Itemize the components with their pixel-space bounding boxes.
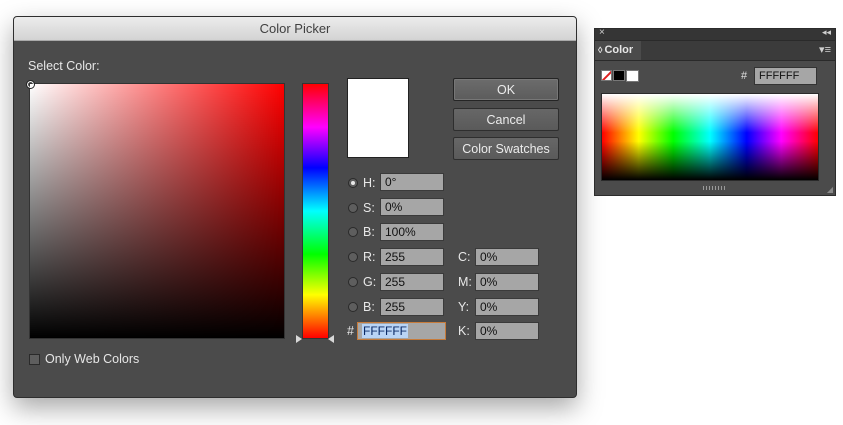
only-web-colors-label[interactable]: Only Web Colors <box>45 352 139 366</box>
color-panel: × ◂◂ ◊ Color ▾≡ # FFFFFF ◢ <box>594 27 836 196</box>
dialog-title[interactable]: Color Picker <box>14 17 576 41</box>
red-label: R: <box>363 250 376 264</box>
panel-resize-grip[interactable] <box>703 186 725 190</box>
collapse-icon[interactable]: ◂◂ <box>822 27 831 38</box>
blue-label: B: <box>363 300 375 314</box>
tab-color[interactable]: ◊ Color <box>595 41 641 60</box>
expand-arrows-icon: ◊ <box>598 45 603 55</box>
green-label: G: <box>363 275 377 289</box>
panel-hex-field[interactable]: FFFFFF <box>754 67 817 85</box>
cyan-field[interactable]: 0% <box>475 248 539 266</box>
yellow-label: Y: <box>458 300 470 314</box>
magenta-field[interactable]: 0% <box>475 273 539 291</box>
saturation-field[interactable]: 0% <box>380 198 444 216</box>
cancel-button[interactable]: Cancel <box>453 108 559 131</box>
blue-radio[interactable] <box>348 302 358 312</box>
black-label: K: <box>458 324 470 338</box>
green-radio[interactable] <box>348 277 358 287</box>
none-swatch[interactable] <box>601 70 612 81</box>
color-swatches-button[interactable]: Color Swatches <box>453 137 559 160</box>
red-field[interactable]: 255 <box>380 248 444 266</box>
hue-slider[interactable] <box>302 83 329 339</box>
hue-radio[interactable] <box>348 178 358 188</box>
close-icon[interactable]: × <box>599 27 605 38</box>
hue-slider-handle-right-icon[interactable] <box>328 335 334 343</box>
panel-tab-bar: ◊ Color ▾≡ <box>595 41 835 61</box>
hue-slider-handle-left-icon[interactable] <box>296 335 302 343</box>
ok-button[interactable]: OK <box>453 78 559 101</box>
hue-field[interactable]: 0° <box>380 173 444 191</box>
resize-corner-icon[interactable]: ◢ <box>827 185 833 194</box>
brightness-label: B: <box>363 225 375 239</box>
saturation-label: S: <box>363 201 375 215</box>
hex-symbol: # <box>347 324 354 338</box>
yellow-field[interactable]: 0% <box>475 298 539 316</box>
hue-label: H: <box>363 176 376 190</box>
hex-field[interactable]: FFFFFF <box>357 322 446 340</box>
panel-hex-symbol: # <box>741 70 748 82</box>
select-color-label: Select Color: <box>28 59 100 73</box>
color-picker-dialog: Color Picker Select Color: OK Cancel Col… <box>13 16 577 398</box>
red-radio[interactable] <box>348 252 358 262</box>
tab-color-label: Color <box>604 44 634 56</box>
black-field[interactable]: 0% <box>475 322 539 340</box>
panel-menu-icon[interactable]: ▾≡ <box>819 43 831 56</box>
brightness-field[interactable]: 100% <box>380 223 444 241</box>
color-selector-marker[interactable] <box>26 80 35 89</box>
black-swatch[interactable] <box>613 70 625 81</box>
white-swatch[interactable] <box>626 70 639 82</box>
saturation-brightness-field[interactable] <box>26 80 285 339</box>
current-color-swatch <box>347 78 409 158</box>
hex-value: FFFFFF <box>362 324 408 338</box>
green-field[interactable]: 255 <box>380 273 444 291</box>
saturation-radio[interactable] <box>348 203 358 213</box>
brightness-radio[interactable] <box>348 227 358 237</box>
cyan-label: C: <box>458 250 471 264</box>
magenta-label: M: <box>458 275 472 289</box>
color-spectrum[interactable] <box>601 93 819 181</box>
panel-header[interactable]: × ◂◂ <box>595 27 835 41</box>
blue-field[interactable]: 255 <box>380 298 444 316</box>
only-web-colors-checkbox[interactable] <box>29 354 40 365</box>
